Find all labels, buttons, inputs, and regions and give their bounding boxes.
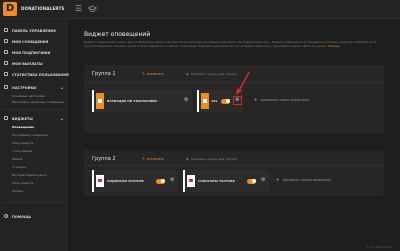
sidebar-subitem-last-messages[interactable]: Последние сообщения: [12, 133, 48, 137]
subscribers-icon: [4, 50, 8, 54]
sidebar-item-label: ПАНЕЛЬ УПРАВЛЕНИЯ: [12, 28, 56, 33]
sidebar-subitem-message-page-settings[interactable]: Настройки страницы сообщения: [12, 100, 64, 104]
footer-text: © DonationAlerts: [365, 245, 392, 249]
sidebar-item-label: НАСТРОЙКИ: [12, 85, 37, 90]
payouts-icon: [4, 61, 8, 65]
divider: [3, 109, 63, 110]
widgets-icon: [4, 116, 8, 120]
gear-icon[interactable]: ⚙: [170, 178, 174, 183]
group-title: Группа 2: [92, 156, 116, 162]
rename-group-button[interactable]: ✎ ИЗМЕНИТЬ: [142, 72, 164, 76]
highlight-frame: [232, 96, 242, 105]
alert-group-card: Группа 2 ✎ ИЗМЕНИТЬ ◉ Показать ссылку для …: [84, 150, 384, 196]
sidebar-item-widgets[interactable]: ВИДЖЕТЫ ▴: [0, 114, 67, 123]
pencil-icon: ✎: [142, 157, 145, 161]
top-bar: D DONATIONALERTS ☰: [0, 0, 400, 19]
chevron-up-icon: ▴: [60, 115, 63, 121]
page-title: Виджет оповещений: [84, 31, 151, 38]
settings-icon: [4, 85, 8, 89]
sidebar-subitem-fundraising-2[interactable]: Сбор средств: [12, 181, 33, 185]
variation-name: СПОНСОРЫ YOUTUBE: [198, 179, 235, 183]
sidebar-item-payouts[interactable]: МОИ ВЫПЛАТЫ: [0, 59, 67, 68]
help-icon: [4, 214, 8, 218]
show-link-label: Показать ссылку для группы: [190, 157, 237, 161]
plus-icon: +: [254, 97, 258, 102]
sidebar-item-settings[interactable]: НАСТРОЙКИ ▴: [0, 83, 67, 92]
sidebar-subitem-interactive-map[interactable]: Интерактивная карта: [12, 173, 47, 177]
help-link[interactable]: Помощь: [328, 44, 340, 48]
youtube-icon: [189, 179, 193, 182]
variation-number: 121: [211, 99, 218, 103]
variation-card[interactable]: ПОДПИСКИ YOUTUBE ⚙: [92, 170, 178, 192]
add-variation-button[interactable]: + ДОБАВИТЬ НОВУЮ ВАРИАЦИЮ: [276, 177, 331, 182]
alert-group-card: Группа 1 ✎ ИЗМЕНИТЬ ◉ Показать ссылку для …: [84, 65, 384, 133]
red-arrow-annotation: [236, 71, 250, 95]
show-group-link-button[interactable]: ◉ Показать ссылку для группы: [186, 72, 237, 76]
main-content: Виджет оповещений Виджет оповещений служ…: [68, 19, 400, 251]
sidebar-item-subscribers[interactable]: МОИ ПОДПИСЧИКИ: [0, 48, 67, 57]
sidebar-item-label: МОИ ПОДПИСЧИКИ: [12, 50, 51, 55]
brand-name: DONATIONALERTS: [21, 6, 65, 11]
sidebar-subitem-fundraising[interactable]: Сбор средств: [12, 141, 33, 145]
pencil-icon: ✎: [142, 72, 145, 76]
sidebar-item-label: СТАТИСТИКА ПОЛЬЗОВАНИЯ: [12, 72, 69, 77]
sidebar-item-label: ВИДЖЕТЫ: [12, 116, 33, 121]
statistics-icon: [4, 72, 8, 76]
rename-label: ИЗМЕНИТЬ: [146, 157, 164, 161]
add-variation-label: ДОБАВИТЬ НОВУЮ ВАРИАЦИЮ: [282, 178, 332, 182]
show-link-label: Показать ссылку для группы: [190, 72, 237, 76]
sidebar-item-label: ПОМОЩЬ: [12, 214, 32, 219]
youtube-thumbnail: [187, 175, 195, 187]
youtube-icon: [98, 179, 102, 182]
add-variation-label: ДОБАВИТЬ НОВУЮ ВАРИАЦИЮ: [260, 98, 310, 102]
sidebar-item-help[interactable]: ПОМОЩЬ: [0, 212, 67, 221]
gear-icon[interactable]: ⚙: [184, 98, 188, 103]
page-description: Виджет оповещений служит для отображения…: [84, 40, 384, 48]
variation-thumbnail: [201, 93, 209, 109]
rename-group-button[interactable]: ✎ ИЗМЕНИТЬ: [142, 157, 164, 161]
rename-label: ИЗМЕНИТЬ: [146, 72, 164, 76]
sidebar-subitem-alerts[interactable]: Оповещения: [12, 125, 34, 129]
variation-thumbnail: [96, 93, 104, 109]
sidebar-item-statistics[interactable]: СТАТИСТИКА ПОЛЬЗОВАНИЯ: [0, 70, 69, 79]
dashboard-icon: [4, 28, 8, 32]
youtube-thumbnail: [96, 175, 104, 187]
divider: [84, 165, 384, 166]
show-group-link-button[interactable]: ◉ Показать ссылку для группы: [186, 157, 237, 161]
variation-name: ПОДПИСКИ YOUTUBE: [107, 179, 144, 183]
graduation-cap-icon[interactable]: [87, 5, 98, 15]
sidebar-subitem-records[interactable]: Записи: [12, 189, 23, 193]
sidebar-item-label: МОИ ВЫПЛАТЫ: [12, 61, 43, 66]
logo[interactable]: D: [3, 2, 17, 16]
sidebar-subitem-basic-settings[interactable]: Основные настройки: [12, 94, 45, 98]
sidebar-subitem-stickers[interactable]: Стикеры: [12, 165, 26, 169]
sidebar: ПАНЕЛЬ УПРАВЛЕНИЯ МОИ СООБЩЕНИЯ МОИ ПОДП…: [0, 19, 69, 251]
sidebar-item-label: МОИ СООБЩЕНИЯ: [12, 39, 49, 44]
sidebar-item-messages[interactable]: МОИ СООБЩЕНИЯ: [0, 37, 67, 46]
variation-toggle[interactable]: [247, 178, 256, 184]
eye-icon: ◉: [186, 157, 189, 161]
gear-icon[interactable]: ⚙: [261, 178, 265, 183]
variation-toggle[interactable]: [156, 178, 165, 184]
add-variation-button[interactable]: + ДОБАВИТЬ НОВУЮ ВАРИАЦИЮ: [254, 97, 309, 102]
variation-card[interactable]: ВАРИАЦИЯ ПО УМОЛЧАНИЮ ⚙: [92, 90, 192, 112]
chevron-up-icon: ▴: [60, 84, 63, 90]
variation-toggle[interactable]: [221, 98, 230, 104]
sidebar-subitem-media[interactable]: Медиа: [12, 157, 22, 161]
divider: [3, 202, 63, 203]
hamburger-icon[interactable]: ☰: [75, 5, 82, 13]
plus-icon: +: [276, 177, 280, 182]
sidebar-item-dashboard[interactable]: ПАНЕЛЬ УПРАВЛЕНИЯ: [0, 26, 67, 35]
sidebar-subitem-voting[interactable]: Голосование: [12, 149, 32, 153]
eye-icon: ◉: [186, 72, 189, 76]
variation-card[interactable]: СПОНСОРЫ YOUTUBE ⚙: [183, 170, 269, 192]
group-title: Группа 1: [92, 71, 116, 77]
messages-icon: [4, 39, 8, 43]
variation-name: ВАРИАЦИЯ ПО УМОЛЧАНИЮ: [107, 99, 158, 103]
